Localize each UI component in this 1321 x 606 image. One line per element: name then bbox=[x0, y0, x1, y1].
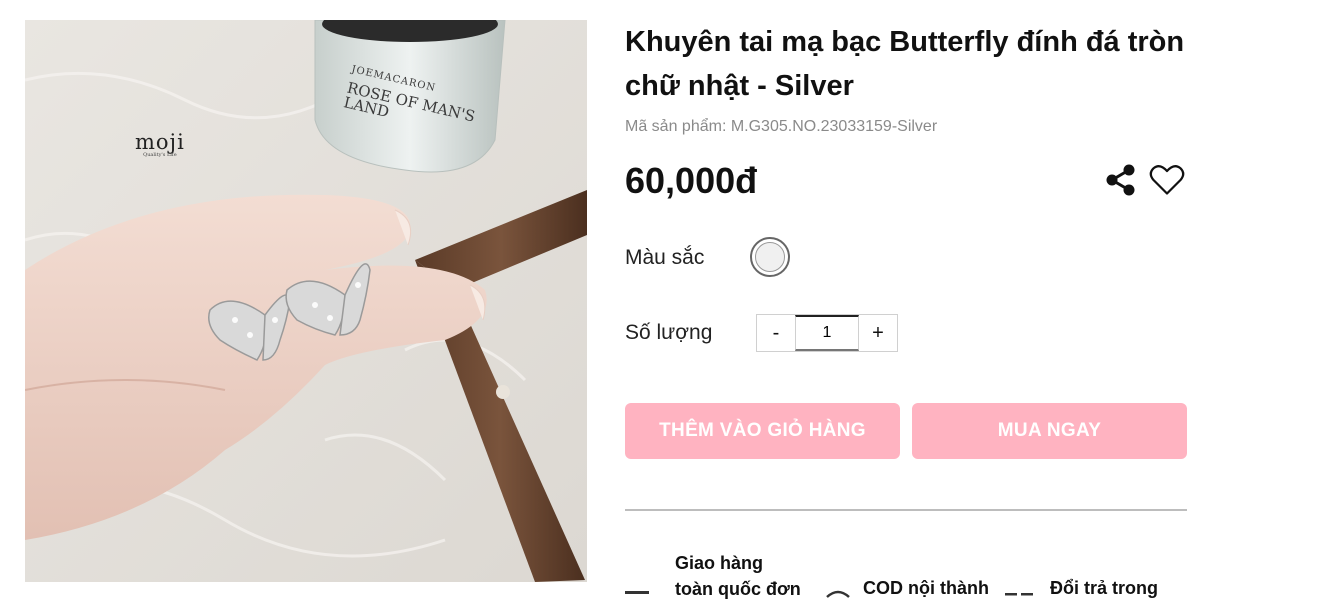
brand-logo: moji Quality's Life bbox=[135, 130, 185, 158]
heart-icon bbox=[1149, 165, 1185, 195]
wishlist-button[interactable] bbox=[1149, 162, 1185, 198]
color-swatch-fill bbox=[755, 242, 785, 272]
color-swatch-silver[interactable] bbox=[750, 237, 790, 277]
quantity-increase-button[interactable]: + bbox=[859, 315, 897, 351]
product-price: 60,000đ bbox=[625, 160, 758, 201]
share-button[interactable] bbox=[1103, 162, 1139, 198]
perk-shipping-line1: Giao hàng bbox=[675, 553, 764, 573]
perk-cod: COD nội thành bbox=[863, 578, 989, 598]
share-icon bbox=[1106, 164, 1135, 196]
divider bbox=[625, 509, 1187, 511]
quantity-stepper: - + bbox=[756, 314, 898, 352]
color-label: Màu sắc bbox=[625, 246, 705, 269]
product-actions bbox=[1103, 162, 1185, 198]
buy-now-button[interactable]: MUA NGAY bbox=[912, 403, 1187, 459]
product-title: Khuyên tai mạ bạc Butterfly đính đá tròn… bbox=[625, 26, 1185, 102]
quantity-decrease-button[interactable]: - bbox=[757, 315, 795, 351]
cash-icon bbox=[825, 586, 851, 604]
truck-icon bbox=[625, 588, 649, 606]
add-to-cart-button[interactable]: THÊM VÀO GIỎ HÀNG bbox=[625, 403, 900, 459]
product-sku: Mã sản phẩm: M.G305.NO.23033159-Silver bbox=[625, 118, 938, 135]
brand-logo-name: moji bbox=[135, 130, 185, 154]
return-icon bbox=[1005, 586, 1035, 604]
quantity-label: Số lượng bbox=[625, 321, 713, 344]
product-image[interactable]: moji Quality's Life JOEMACARON ROSE OF M… bbox=[25, 20, 587, 582]
perk-returns: Đổi trả trong bbox=[1050, 578, 1158, 598]
perk-shipping: Giao hàng toàn quốc đơn bbox=[675, 550, 801, 602]
perk-shipping-line2: toàn quốc đơn bbox=[675, 579, 801, 599]
quantity-input[interactable] bbox=[795, 315, 859, 351]
product-photo-art bbox=[25, 20, 587, 582]
